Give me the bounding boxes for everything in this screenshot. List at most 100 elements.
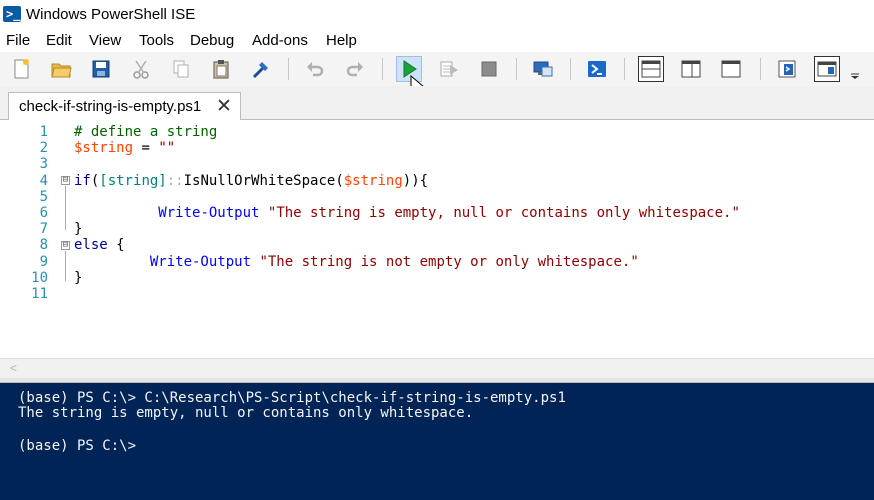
run-selection-icon[interactable] [436, 56, 462, 82]
code-line: 11 [0, 286, 874, 302]
script-pane-maximized-icon[interactable] [718, 56, 744, 82]
console-prompt: (base) PS C:\> [18, 438, 137, 454]
code-token: Write-Output [149, 254, 252, 270]
scroll-left-icon[interactable]: < [10, 361, 17, 375]
line-number: 4 [39, 173, 48, 189]
tab-script-file[interactable]: check-if-string-is-empty.ps1 ✕ [8, 92, 241, 120]
code-token: $string [74, 140, 134, 156]
editor-horizontal-scrollbar[interactable]: < [0, 358, 874, 378]
line-number: 1 [39, 124, 48, 140]
code-token: [string] [99, 173, 167, 189]
tab-strip: check-if-string-is-empty.ps1 ✕ [0, 86, 874, 120]
toolbar-separator [760, 58, 761, 80]
menu-bar: File Edit View Tools Debug Add-ons Help [0, 30, 874, 52]
toolbar-separator [516, 58, 517, 80]
code-token: Write-Output [158, 205, 260, 221]
code-line: 9 Write-Output "The string is not empty … [0, 254, 874, 270]
code-token: "The string is not empty or only whitesp… [259, 254, 639, 270]
powershell-app-icon: >_ [3, 6, 21, 22]
toolbar-separator [570, 58, 571, 80]
code-token: = [133, 140, 159, 156]
code-line: 4 if([string]::IsNullOrWhiteSpace($string… [0, 173, 874, 189]
line-number: 9 [39, 254, 48, 270]
code-text: Write-Output "The string is empty, null … [74, 205, 740, 221]
code-token: )){ [402, 173, 429, 189]
toolbar-overflow-icon[interactable] [848, 56, 862, 82]
menu-view[interactable]: View [89, 32, 121, 49]
code-token: IsNullOrWhiteSpace [183, 173, 336, 189]
show-command-icon[interactable] [774, 56, 800, 82]
undo-icon[interactable] [302, 56, 328, 82]
code-line: 1 # define a string [0, 124, 874, 140]
tab-label: check-if-string-is-empty.ps1 [19, 98, 202, 115]
new-remote-tab-icon[interactable] [530, 56, 556, 82]
console-line: (base) PS C:\> C:\Research\PS-Script\che… [18, 390, 566, 406]
line-number: 10 [31, 270, 48, 286]
code-token: if [74, 173, 91, 189]
close-icon[interactable]: ✕ [216, 95, 232, 118]
window-title: Windows PowerShell ISE [26, 6, 196, 23]
menu-edit[interactable]: Edit [46, 32, 72, 49]
menu-debug[interactable]: Debug [190, 32, 234, 49]
title-bar: >_ Windows PowerShell ISE [0, 0, 874, 30]
toolbar [0, 52, 874, 86]
code-token: :: [166, 173, 184, 189]
code-line: 8 else { [0, 237, 874, 253]
code-line: 3 [0, 156, 874, 172]
script-pane-right-icon[interactable] [678, 56, 704, 82]
cut-icon[interactable] [128, 56, 154, 82]
fold-guide [65, 251, 66, 281]
code-text: } [74, 270, 82, 286]
show-command-addon-icon[interactable] [814, 56, 840, 82]
menu-file[interactable]: File [6, 32, 30, 49]
fold-toggle-icon[interactable]: ⊟ [61, 176, 70, 185]
line-number: 3 [39, 156, 48, 172]
toolbar-separator [624, 58, 625, 80]
start-powershell-icon[interactable] [584, 56, 610, 82]
code-token: { [107, 237, 125, 253]
redo-icon[interactable] [342, 56, 368, 82]
code-line: 5 [0, 189, 874, 205]
code-text: if([string]::IsNullOrWhiteSpace($string)… [74, 173, 428, 189]
code-token: "" [158, 140, 176, 156]
code-token: else [74, 237, 108, 253]
code-token: ( [335, 173, 344, 189]
code-token: $string [343, 173, 403, 189]
line-number: 11 [31, 286, 48, 302]
code-line: 10} [0, 270, 874, 286]
line-number: 8 [39, 237, 48, 253]
console-pane[interactable]: (base) PS C:\> C:\Research\PS-Script\che… [0, 383, 874, 500]
code-token: } [74, 221, 83, 237]
stop-icon[interactable] [476, 56, 502, 82]
code-text: Write-Output "The string is not empty or… [74, 254, 639, 270]
menu-tools[interactable]: Tools [139, 32, 174, 49]
new-file-icon[interactable] [8, 56, 34, 82]
code-token: # define a string [74, 124, 218, 140]
code-line: 2 $string = "" [0, 140, 874, 156]
code-text: # define a string [74, 124, 217, 140]
copy-icon[interactable] [168, 56, 194, 82]
paste-icon[interactable] [208, 56, 234, 82]
menu-add-ons[interactable]: Add-ons [252, 32, 308, 49]
menu-help[interactable]: Help [326, 32, 357, 49]
fold-toggle-icon[interactable]: ⊟ [61, 241, 70, 250]
toolbar-separator [382, 58, 383, 80]
code-token: "The string is empty, null or contains o… [267, 205, 740, 221]
code-token: } [74, 270, 83, 286]
script-editor[interactable]: 1 # define a string 2 $string = "" 3 4 if ( [str… [0, 120, 874, 358]
save-icon[interactable] [88, 56, 114, 82]
code-text: $string = "" [74, 140, 175, 156]
script-pane-top-icon[interactable] [638, 56, 664, 82]
fold-guide [65, 186, 66, 230]
code-text: else { [74, 237, 125, 253]
code-line: 7} [0, 221, 874, 237]
line-number: 7 [39, 221, 48, 237]
line-number: 5 [39, 189, 48, 205]
code-text: } [74, 221, 82, 237]
open-folder-icon[interactable] [48, 56, 74, 82]
clear-console-icon[interactable] [248, 56, 274, 82]
toolbar-separator [288, 58, 289, 80]
